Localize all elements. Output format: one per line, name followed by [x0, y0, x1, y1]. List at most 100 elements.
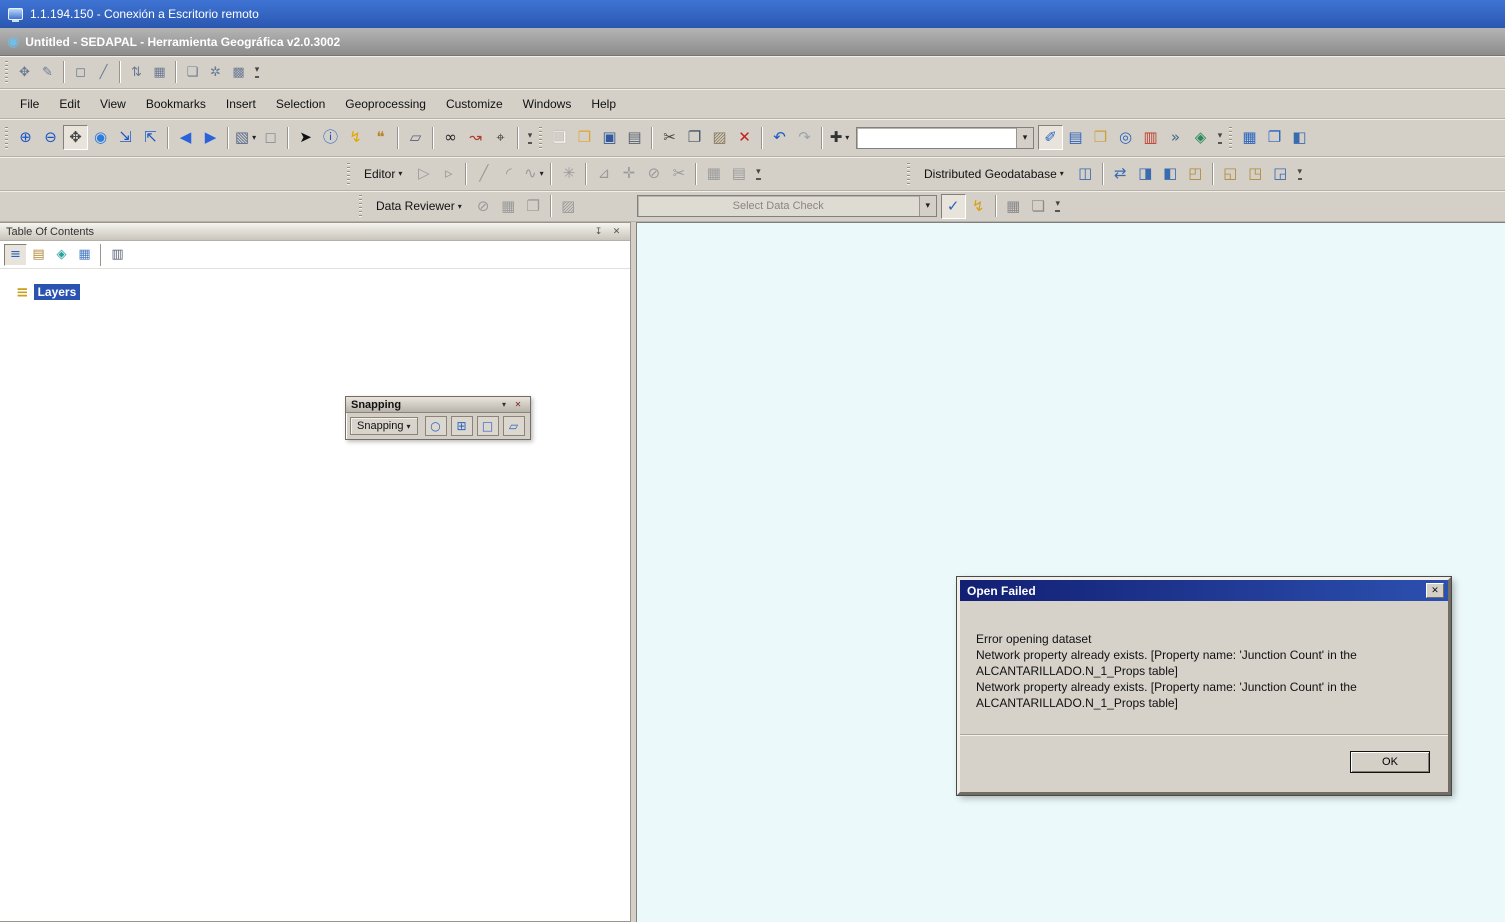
snapping-titlebar[interactable]: Snapping ▾ ✕ [346, 397, 530, 413]
reviewer-session-icon[interactable]: ⊘ [471, 194, 496, 219]
cut-polygons-icon[interactable]: ⊘ [641, 161, 666, 186]
find-route-icon[interactable]: ↝ [463, 125, 488, 150]
batch-validate-icon[interactable]: ↯ [966, 194, 991, 219]
browse-features-icon[interactable]: ❐ [521, 194, 546, 219]
mini-toolbar-options-icon[interactable]: ▾ [250, 61, 264, 84]
find-icon[interactable]: ∞ [438, 125, 463, 150]
snapping-menu-button[interactable]: Snapping ▾ [350, 417, 418, 435]
toc-layers-label[interactable]: Layers [33, 284, 81, 300]
print-icon[interactable]: ▤ [622, 125, 647, 150]
split-tool-icon[interactable]: ✂ [666, 161, 691, 186]
open-icon[interactable]: ❒ [572, 125, 597, 150]
export-acknowledgement-icon[interactable]: ◰ [1183, 161, 1208, 186]
scale-combo[interactable]: ▾ [856, 126, 1034, 149]
synchronize-changes-icon[interactable]: ⇄ [1108, 161, 1133, 186]
list-by-source-icon[interactable]: ▤ [27, 244, 50, 266]
import-message-icon[interactable]: ◧ [1158, 161, 1183, 186]
trace-line-tool-icon[interactable]: ╱ [92, 61, 115, 84]
menu-help[interactable]: Help [581, 91, 626, 117]
redo-icon[interactable]: ↷ [792, 125, 817, 150]
sketch-edit-tool-icon[interactable]: ✎ [36, 61, 59, 84]
search-window-icon[interactable]: ◎ [1113, 125, 1138, 150]
toolbar-grip[interactable] [5, 126, 8, 149]
modelbuilder-window-icon[interactable]: ◈ [1188, 125, 1213, 150]
move-tool-icon[interactable]: ✛ [616, 161, 641, 186]
list-by-drawing-order-icon[interactable]: ≡ [4, 243, 27, 266]
grid-tool-icon[interactable]: ▦ [148, 61, 171, 84]
sort-order-tool-icon[interactable]: ⇅ [125, 61, 148, 84]
trace-tool-icon[interactable]: ∿ ▾ [521, 161, 546, 186]
matrix-tool-icon[interactable]: ▩ [227, 61, 250, 84]
close-icon[interactable]: ✕ [511, 399, 525, 411]
data-reviewer-menu-button[interactable]: Data Reviewer ▾ [369, 196, 469, 216]
go-to-xy-icon[interactable]: ⌖ [488, 125, 513, 150]
toolbar-grip[interactable] [347, 162, 350, 185]
menu-bookmarks[interactable]: Bookmarks [136, 91, 216, 117]
menu-windows[interactable]: Windows [513, 91, 582, 117]
close-icon[interactable]: ✕ [1426, 583, 1444, 598]
full-extent-icon[interactable]: ◉ [88, 125, 113, 150]
editor-toolbar-toggle-icon[interactable]: ✐ [1038, 125, 1063, 150]
star-tool-icon[interactable]: ✲ [204, 61, 227, 84]
select-data-check-dropdown[interactable]: ▾ [918, 196, 936, 216]
zoom-in-icon[interactable]: ⊕ [13, 125, 38, 150]
pan-icon[interactable]: ✥ [63, 125, 88, 150]
point-snapping-icon[interactable]: ○ [424, 416, 447, 436]
new-map-icon[interactable]: ❏ [547, 125, 572, 150]
ok-button[interactable]: OK [1350, 751, 1430, 773]
select-data-check-combo[interactable]: Select Data Check ▾ [636, 195, 937, 217]
fixed-zoom-out-icon[interactable]: ⇱ [138, 125, 163, 150]
toc-window-icon[interactable]: ▤ [1063, 125, 1088, 150]
python-window-icon[interactable]: » [1163, 125, 1188, 150]
distributed-geodatabase-menu-button[interactable]: Distributed Geodatabase ▾ [917, 164, 1071, 184]
menu-geoprocessing[interactable]: Geoprocessing [335, 91, 436, 117]
select-data-check-icon[interactable]: ▨ [556, 194, 581, 219]
toolbar-grip[interactable] [5, 61, 8, 83]
select-features-icon[interactable]: ▧ ▾ [233, 125, 258, 150]
clear-selected-features-icon[interactable]: ◻ [258, 125, 283, 150]
list-by-selection-icon[interactable]: ▦ [73, 244, 96, 266]
back-extent-icon[interactable]: ◀ [173, 125, 198, 150]
reviewer-table-icon[interactable]: ▦ [496, 194, 521, 219]
end-snapping-icon[interactable]: ⊞ [450, 416, 473, 436]
toolbar-grip[interactable] [1229, 126, 1232, 149]
copy-icon[interactable]: ❐ [682, 125, 707, 150]
run-data-check-icon[interactable]: ✓ [940, 193, 966, 219]
export-xml-workspace-icon[interactable]: ◱ [1218, 161, 1243, 186]
sketch-properties-icon[interactable]: ▤ [726, 161, 751, 186]
delete-icon[interactable]: ✕ [732, 125, 757, 150]
table-pair-tool-icon[interactable]: ❏ [181, 61, 204, 84]
pin-icon[interactable]: ↧ [591, 225, 606, 238]
reviewer-toolbar-options-icon[interactable]: ▾ [1051, 195, 1065, 218]
edit-tool-icon[interactable]: ▷ [411, 161, 436, 186]
editor-menu-button[interactable]: Editor ▾ [357, 164, 409, 184]
export-data-changes-icon[interactable]: ◨ [1133, 161, 1158, 186]
toc-layers-item[interactable]: ≡ Layers [16, 283, 630, 301]
attribute-table-icon[interactable]: ▦ [1237, 125, 1262, 150]
commit-results-icon[interactable]: ❏ [1026, 194, 1051, 219]
menu-insert[interactable]: Insert [216, 91, 266, 117]
measure-icon[interactable]: ▱ [403, 125, 428, 150]
paste-icon[interactable]: ▨ [707, 125, 732, 150]
html-popup-icon[interactable]: ❝ [368, 125, 393, 150]
network-flags-tool-icon[interactable]: ✥ [13, 61, 36, 84]
scale-combo-dropdown[interactable]: ▾ [1016, 127, 1033, 148]
map-canvas[interactable] [636, 222, 1505, 922]
hyperlink-icon[interactable]: ↯ [343, 125, 368, 150]
straight-segment-icon[interactable]: ╱ [471, 161, 496, 186]
undo-icon[interactable]: ↶ [767, 125, 792, 150]
create-replica-icon[interactable]: ◫ [1073, 161, 1098, 186]
dgdb-toolbar-options-icon[interactable]: ▾ [1293, 162, 1307, 185]
toolbox-window-icon[interactable]: ▥ [1138, 125, 1163, 150]
add-data-icon[interactable]: ✚ ▾ [827, 125, 852, 150]
select-elements-icon[interactable]: ➤ [293, 125, 318, 150]
identify-icon[interactable]: ⓘ [318, 125, 343, 150]
tools-toolbar-options-icon[interactable]: ▾ [523, 126, 537, 149]
overflow-tool-icon[interactable]: ❐ [1262, 125, 1287, 150]
reshape-feature-icon[interactable]: ⊿ [591, 161, 616, 186]
reviewer-results-icon[interactable]: ▦ [1001, 194, 1026, 219]
toc-options-icon[interactable]: ▥ [106, 244, 129, 266]
menu-view[interactable]: View [90, 91, 136, 117]
dialog-titlebar[interactable]: Open Failed ✕ [960, 580, 1448, 601]
toolbar-grip[interactable] [539, 126, 542, 149]
